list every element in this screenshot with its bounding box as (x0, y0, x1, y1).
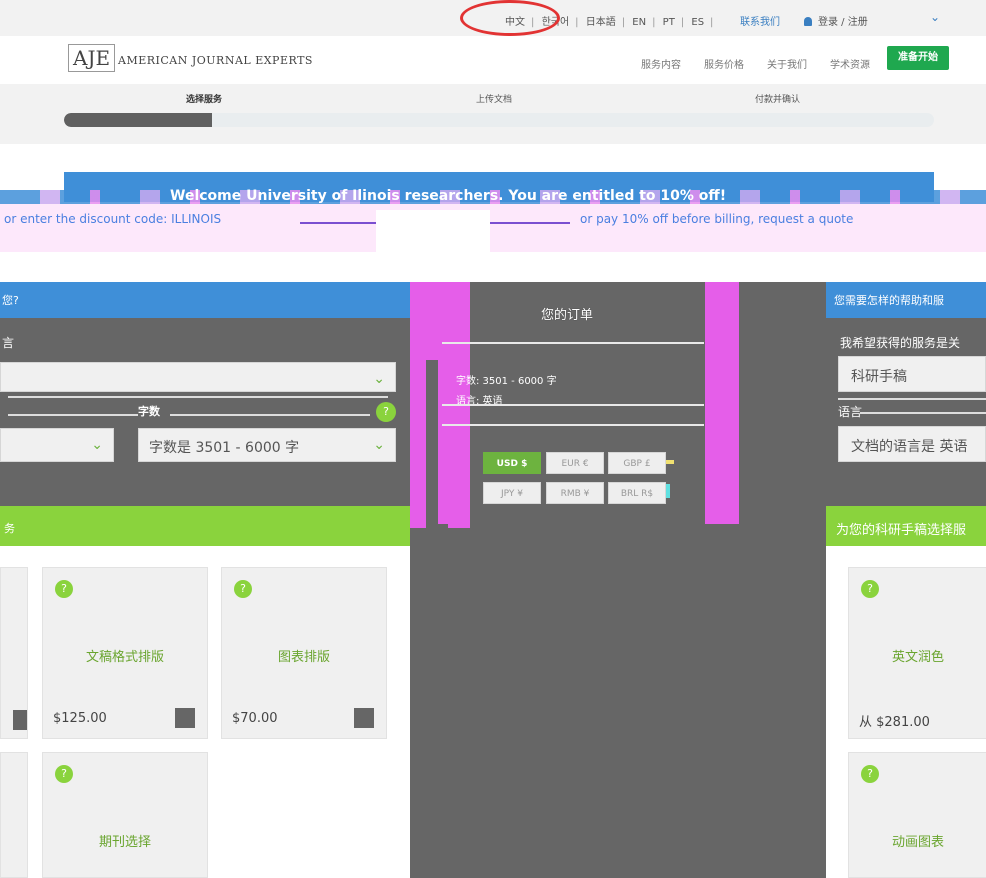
right-form-label: 我希望获得的服务是关 (840, 336, 961, 350)
divider (8, 396, 388, 398)
service-card-journal[interactable]: ? 期刊选择 (42, 752, 208, 878)
left-service-header (0, 506, 410, 546)
currency-brl-button[interactable]: BRL R$ (608, 482, 666, 504)
right-service-header-text: 为您的科研手稿选择服 (836, 523, 967, 538)
service-card[interactable] (0, 752, 28, 878)
currency-rmb-button[interactable]: RMB ¥ (546, 482, 604, 504)
banner-text: Welcome University of Ilinois researcher… (170, 188, 727, 204)
right-panel-header-text: 您需要怎样的帮助和服 (834, 294, 944, 307)
progress-track (64, 113, 934, 127)
glitch-bar (705, 282, 739, 524)
glitch-bar (438, 360, 456, 524)
step-select-service: 选择服务 (186, 95, 223, 105)
left-form-label: 言 (2, 336, 15, 350)
lang-en[interactable]: EN (632, 17, 646, 28)
service-card-formatting[interactable]: ? 文稿格式排版 $125.00 (42, 567, 208, 739)
blank-strip (100, 252, 490, 282)
step-pay: 付款并确认 (755, 95, 801, 105)
help-icon[interactable]: ? (55, 580, 73, 598)
card-title: 动画图表 (891, 835, 944, 850)
service-card-figures[interactable]: ? 图表排版 $70.00 (221, 567, 387, 739)
contact-link[interactable]: 联系我们 (740, 13, 780, 28)
lang-ja[interactable]: 日本語 (586, 17, 616, 28)
login-link[interactable]: 登录 / 注册 (804, 13, 868, 28)
language-select[interactable]: ⌄ (0, 428, 114, 462)
glitch-line (300, 222, 376, 224)
discount-text-right: or pay 10% off before billing, request a… (580, 212, 854, 226)
chevron-down-icon: ⌄ (373, 437, 385, 453)
service-card-animation[interactable]: ? 动画图表 (848, 752, 986, 878)
currency-gbp-button[interactable]: GBP £ (608, 452, 666, 474)
lang-es[interactable]: ES (691, 17, 704, 28)
words-label: 字数 (138, 405, 160, 418)
nav-services[interactable]: 服务内容 (641, 56, 681, 71)
divider (442, 342, 704, 344)
card-title: 英文润色 (891, 650, 944, 665)
get-started-button[interactable]: 准备开始 (887, 46, 949, 70)
progress-fill (64, 113, 212, 127)
login-label: 登录 / 注册 (818, 17, 868, 28)
user-icon (804, 17, 812, 26)
card-price: 从 $281.00 (859, 715, 930, 730)
discount-text-left: or enter the discount code: ILLINOIS (4, 212, 222, 226)
right-lang-label: 语言 (838, 405, 863, 419)
divider (860, 412, 986, 414)
chevron-down-icon[interactable]: ⌄ (930, 10, 940, 24)
logo-mark[interactable]: AJE (68, 44, 116, 72)
help-icon[interactable]: ? (861, 580, 879, 598)
divider (170, 414, 370, 416)
glitch-mark (666, 484, 670, 498)
help-icon[interactable]: ? (55, 765, 73, 783)
card-title: 图表排版 (277, 650, 330, 665)
currency-usd-button[interactable]: USD $ (483, 452, 541, 474)
left-panel-header (0, 282, 410, 318)
document-language-select[interactable]: 文档的语言是 英语 (838, 426, 986, 462)
divider (442, 424, 704, 426)
currency-eur-button[interactable]: EUR € (546, 452, 604, 474)
help-icon[interactable]: ? (234, 580, 252, 598)
card-price: $125.00 (53, 711, 107, 726)
help-icon[interactable]: ? (376, 402, 396, 422)
divider (838, 398, 986, 400)
card-title: 文稿格式排版 (85, 650, 164, 665)
card-title: 期刊选择 (98, 835, 151, 850)
divider (8, 414, 138, 416)
divider (442, 404, 704, 406)
service-type-select[interactable]: 科研手稿 (838, 356, 986, 392)
card-checkbox[interactable] (13, 710, 27, 730)
order-word-count: 字数: 3501 - 6000 字 (456, 376, 557, 387)
document-language-value: 文档的语言是 英语 (851, 439, 968, 455)
step-upload: 上传文档 (476, 95, 513, 105)
order-summary-title: 您的订单 (541, 308, 594, 323)
word-count-select[interactable]: 字数是 3501 - 6000 字 ⌄ (138, 428, 396, 462)
chevron-down-icon: ⌄ (91, 437, 103, 453)
help-icon[interactable]: ? (861, 765, 879, 783)
card-price: $70.00 (232, 711, 278, 726)
word-count-value: 字数是 3501 - 6000 字 (149, 440, 300, 456)
service-card[interactable] (0, 567, 28, 739)
currency-jpy-button[interactable]: JPY ¥ (483, 482, 541, 504)
logo-text[interactable]: AMERICAN JOURNAL EXPERTS (118, 54, 313, 67)
nav-about[interactable]: 关于我们 (767, 56, 807, 71)
service-type-value: 科研手稿 (851, 369, 907, 385)
card-checkbox[interactable] (175, 708, 195, 728)
lang-pt[interactable]: PT (663, 17, 675, 28)
card-checkbox[interactable] (354, 708, 374, 728)
blank-block (376, 210, 490, 254)
service-select[interactable]: ⌄ (0, 362, 396, 392)
nav-resources[interactable]: 学术资源 (830, 56, 870, 71)
chevron-down-icon: ⌄ (373, 371, 385, 387)
service-card-editing[interactable]: ? 英文润色 从 $281.00 (848, 567, 986, 739)
left-panel-header-text: 您? (2, 294, 19, 307)
glitch-mark (666, 460, 674, 464)
glitch-line (490, 222, 570, 224)
red-highlight-circle (460, 0, 560, 36)
nav-pricing[interactable]: 服务价格 (704, 56, 744, 71)
left-service-header-text: 务 (4, 522, 15, 535)
